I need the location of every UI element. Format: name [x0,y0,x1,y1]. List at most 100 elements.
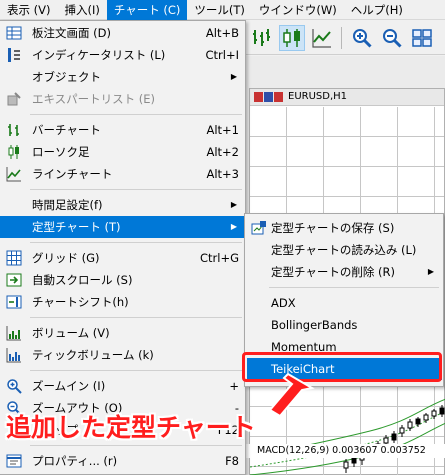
menu-item-chart-shift[interactable]: チャートシフト(h) [0,291,245,313]
candlestick-icon [283,29,300,47]
menu-item-zoom-in[interactable]: ズームイン (I) + [0,375,245,397]
zoom-in-toolbar-button[interactable] [349,25,375,51]
menu-item-candlestick[interactable]: ローソク足 Alt+2 [0,141,245,163]
expert-list-icon [7,92,21,106]
menu-item-expert-list: エキスパートリスト (E) [0,88,245,110]
bar-chart-toolbar-button[interactable] [249,25,275,51]
zoom-out-toolbar-button[interactable] [379,25,405,51]
zoom-out-icon [383,29,402,48]
properties-icon [6,454,22,468]
menu-separator [30,445,242,446]
menu-item-label: ボリューム (V) [32,326,110,340]
menu-item-label: チャートシフト(h) [32,295,129,309]
submenu-template-adx[interactable]: ADX [247,292,442,314]
menu-item-grid[interactable]: グリッド (G) Ctrl+G [0,247,245,269]
menu-item-order-board[interactable]: 板注文画面 (D) Alt+B [0,22,245,44]
indicator-list-icon [8,48,20,62]
macd-indicator-label: MACD(12,26,9) 0.003607 0.003752 [245,444,445,458]
menu-separator [30,242,242,243]
submenu-arrow-icon: ▶ [230,222,237,231]
annotation-caption: 追加した定型チャート [6,413,256,442]
menu-item-properties[interactable]: プロパティ... (r) F8 [0,450,245,472]
candlestick-icon [8,145,19,159]
submenu-separator [269,287,439,288]
menu-item-label: バーチャート [32,123,101,137]
menu-item-label: 定型チャート (T) [32,220,121,234]
menu-window[interactable]: ウインドウ(W) [252,0,344,20]
menu-item-indicator-list[interactable]: インディケータリスト (L) Ctrl+I [0,44,245,66]
bar-chart-icon [253,29,270,46]
tile-windows-icon [412,29,432,47]
menu-chart[interactable]: チャート (C) [106,0,188,20]
volume-icon [6,326,21,341]
menu-item-label: エキスパートリスト (E) [32,92,156,106]
menu-item-shortcut: Ctrl+I [205,48,240,62]
submenu-item-label: 定型チャートの保存 (S) [271,221,395,235]
order-board-icon [6,26,22,40]
save-template-icon [251,221,266,235]
menu-tools[interactable]: ツール(T) [187,0,252,20]
menu-item-timeframe[interactable]: 時間足設定(f) ▶ [0,194,245,216]
zoom-in-icon [7,379,22,394]
line-chart-toolbar-button[interactable] [309,25,335,51]
menu-item-label: ローソク足 [32,145,90,159]
grid-icon [6,250,22,266]
line-chart-icon [312,29,331,48]
chart-shift-icon [6,295,22,309]
menu-item-auto-scroll[interactable]: 自動スクロール (S) [0,269,245,291]
submenu-arrow-icon: ▶ [230,200,237,209]
chart-titlebar: EURUSD,H1 [250,89,444,106]
submenu-item-label: 定型チャートの削除 (R) [271,265,396,279]
bar-chart-icon [8,124,19,136]
menu-separator [30,189,242,190]
menu-help[interactable]: ヘルプ(H) [344,0,410,20]
candlestick-toolbar-button[interactable] [279,25,305,51]
chart-window-icons [254,92,283,102]
menu-item-label: 時間足設定(f) [32,198,103,212]
menu-insert[interactable]: 挿入(I) [58,0,107,20]
submenu-arrow-icon: ▶ [427,267,434,276]
toolbar-separator [341,27,342,49]
submenu-save-template[interactable]: 定型チャートの保存 (S) [247,217,442,239]
menu-item-label: 自動スクロール (S) [32,273,133,287]
submenu-arrow-icon: ▶ [230,72,237,81]
menu-item-tick-volume[interactable]: ティックボリューム (k) [0,344,245,366]
auto-scroll-icon [6,273,22,287]
menu-item-shortcut: + [229,379,239,393]
menu-item-shortcut: Ctrl+G [199,251,239,265]
menu-bar: 表示 (V) 挿入(I) チャート (C) ツール(T) ウインドウ(W) ヘル… [0,0,445,20]
chart-symbol-title: EURUSD,H1 [288,91,348,102]
submenu-load-template[interactable]: 定型チャートの読み込み (L) [247,239,442,261]
menu-item-template[interactable]: 定型チャート (T) ▶ [0,216,245,238]
menu-item-objects[interactable]: オブジェクト ▶ [0,66,245,88]
menu-item-label: ズームイン (I) [32,379,106,393]
submenu-delete-template[interactable]: 定型チャートの削除 (R) ▶ [247,261,442,283]
menu-separator [30,370,242,371]
menu-view[interactable]: 表示 (V) [0,0,58,20]
menu-item-bar-chart[interactable]: バーチャート Alt+1 [0,119,245,141]
menu-item-line-chart[interactable]: ラインチャート Alt+3 [0,163,245,185]
submenu-item-label: BollingerBands [271,318,358,332]
menu-item-shortcut: F8 [225,454,239,468]
menu-item-label: ティックボリューム (k) [32,348,154,362]
menu-separator [30,114,242,115]
menu-item-label: グリッド (G) [32,251,100,265]
zoom-in-icon [353,29,372,48]
menu-item-label: 板注文画面 (D) [32,26,111,40]
menu-separator [30,317,242,318]
menu-item-label: プロパティ... (r) [32,454,118,468]
menu-item-shortcut: Alt+2 [206,145,239,159]
menu-item-shortcut: Alt+B [205,26,239,40]
menu-item-label: ラインチャート [32,167,113,181]
menu-item-volume[interactable]: ボリューム (V) [0,322,245,344]
tile-windows-toolbar-button[interactable] [409,25,435,51]
menu-item-label: インディケータリスト (L) [32,48,166,62]
menu-item-label: オブジェクト [32,70,101,84]
submenu-item-label: 定型チャートの読み込み (L) [271,243,417,257]
submenu-template-bollingerbands[interactable]: BollingerBands [247,314,442,336]
menu-item-shortcut: Alt+3 [206,167,239,181]
toolbar [245,21,445,55]
chart-dropdown-menu: 板注文画面 (D) Alt+B インディケータリスト (L) Ctrl+I オブ… [0,20,246,475]
menu-item-shortcut: Alt+1 [206,123,239,137]
line-chart-icon [6,167,21,182]
